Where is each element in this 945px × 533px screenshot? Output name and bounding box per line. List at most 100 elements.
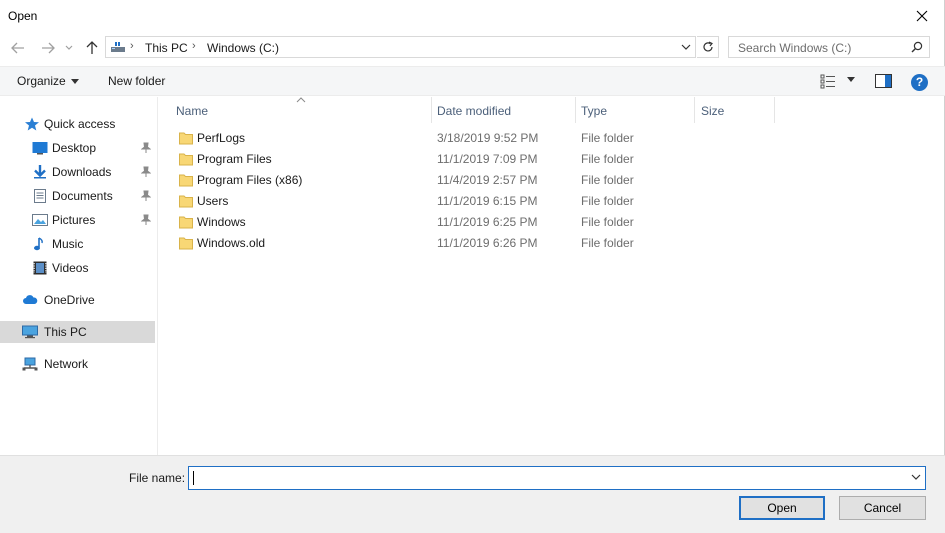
file-date: 3/18/2019 9:52 PM: [437, 131, 539, 145]
file-type: File folder: [581, 173, 634, 187]
search-icon: [911, 41, 923, 53]
file-type: File folder: [581, 131, 634, 145]
title-bar: Open: [0, 0, 945, 32]
column-header-size[interactable]: Size: [695, 97, 775, 123]
file-row[interactable]: Windows.old 11/1/2019 6:26 PM File folde…: [176, 233, 776, 254]
folder-icon: [179, 174, 193, 187]
file-list: Name Date modified Type Size PerfLogs 3/…: [159, 97, 945, 455]
column-date-label: Date modified: [437, 104, 512, 118]
nav-label: Documents: [52, 189, 113, 203]
folder-icon: [179, 132, 193, 145]
address-bar[interactable]: › This PC › Windows (C:): [105, 36, 696, 58]
file-type: File folder: [581, 194, 634, 208]
column-header-name[interactable]: Name: [159, 97, 431, 123]
forward-button[interactable]: [38, 38, 58, 58]
breadcrumb-separator-icon: ›: [130, 40, 134, 52]
caret-down-icon: [70, 79, 79, 85]
column-header-type[interactable]: Type: [576, 97, 694, 123]
file-date: 11/1/2019 6:25 PM: [437, 215, 538, 229]
nav-item-documents[interactable]: Documents: [0, 185, 155, 207]
pin-icon[interactable]: [141, 190, 151, 202]
nav-label: This PC: [44, 325, 87, 339]
dialog-footer: File name: Open Cancel: [0, 455, 945, 533]
file-row[interactable]: Windows 11/1/2019 6:25 PM File folder: [176, 212, 776, 233]
network-icon: [22, 357, 38, 371]
nav-item-music[interactable]: Music: [0, 233, 155, 255]
new-folder-button[interactable]: New folder: [108, 74, 165, 88]
breadcrumb-separator-icon: ›: [192, 40, 196, 52]
nav-item-this-pc[interactable]: This PC: [0, 321, 155, 343]
nav-item-onedrive[interactable]: OneDrive: [0, 289, 155, 311]
file-name: Program Files (x86): [197, 173, 303, 187]
back-button[interactable]: [8, 38, 28, 58]
nav-item-videos[interactable]: Videos: [0, 257, 155, 279]
nav-item-downloads[interactable]: Downloads: [0, 161, 155, 183]
download-icon: [34, 165, 46, 179]
nav-label: Pictures: [52, 213, 96, 227]
nav-item-quick-access[interactable]: Quick access: [0, 113, 155, 135]
open-button[interactable]: Open: [739, 496, 825, 520]
chevron-down-icon[interactable]: [680, 40, 692, 54]
nav-label: Desktop: [52, 141, 97, 155]
file-name-label: File name:: [129, 471, 186, 485]
file-type: File folder: [581, 152, 634, 166]
column-header-date[interactable]: Date modified: [432, 97, 575, 123]
pin-icon[interactable]: [141, 142, 151, 154]
column-type-label: Type: [581, 104, 608, 118]
nav-item-desktop[interactable]: Desktop: [0, 137, 155, 159]
breadcrumb-this-pc[interactable]: This PC: [145, 41, 188, 55]
file-name-input[interactable]: [191, 469, 901, 487]
close-icon: [916, 10, 928, 22]
caret-down-icon[interactable]: [847, 77, 855, 82]
chevron-down-icon[interactable]: [911, 474, 921, 481]
command-bar: Organize New folder ?: [0, 66, 945, 96]
music-icon: [34, 237, 43, 251]
drive-icon: [111, 42, 125, 52]
file-name-combobox[interactable]: [188, 466, 926, 490]
preview-pane-icon[interactable]: [875, 74, 892, 88]
up-button[interactable]: [82, 38, 102, 58]
search-box[interactable]: Search Windows (C:): [728, 36, 930, 58]
refresh-icon: [702, 41, 713, 52]
close-button[interactable]: [899, 0, 945, 32]
folder-icon: [179, 216, 193, 229]
document-icon: [34, 189, 46, 203]
file-name: Windows: [197, 215, 246, 229]
arrow-up-icon: [86, 41, 98, 54]
folder-icon: [179, 195, 193, 208]
nav-label: Downloads: [52, 165, 112, 179]
cancel-button[interactable]: Cancel: [839, 496, 926, 520]
star-icon: [25, 117, 39, 131]
nav-label: Network: [44, 357, 89, 371]
organize-label: Organize: [17, 74, 66, 88]
pin-icon[interactable]: [141, 166, 151, 178]
file-row[interactable]: PerfLogs 3/18/2019 9:52 PM File folder: [176, 128, 776, 149]
recent-locations-button[interactable]: [62, 38, 76, 58]
organize-menu[interactable]: Organize: [17, 74, 79, 88]
window-title: Open: [8, 9, 38, 23]
view-options-icon[interactable]: [820, 73, 838, 89]
cloud-icon: [23, 295, 38, 304]
file-row[interactable]: Users 11/1/2019 6:15 PM File folder: [176, 191, 776, 212]
help-button[interactable]: ?: [911, 74, 928, 91]
pin-icon[interactable]: [141, 214, 151, 226]
file-row[interactable]: Program Files 11/1/2019 7:09 PM File fol…: [176, 149, 776, 170]
nav-label: Quick access: [44, 117, 116, 131]
text-cursor: [193, 471, 194, 485]
breadcrumb-windows-c[interactable]: Windows (C:): [207, 41, 279, 55]
file-row[interactable]: Program Files (x86) 11/4/2019 2:57 PM Fi…: [176, 170, 776, 191]
navigation-bar: › This PC › Windows (C:) Search Windows …: [0, 36, 945, 60]
pictures-icon: [32, 214, 48, 226]
refresh-button[interactable]: [697, 36, 719, 58]
nav-label: OneDrive: [44, 293, 95, 307]
nav-item-pictures[interactable]: Pictures: [0, 209, 155, 231]
file-name: Program Files: [197, 152, 272, 166]
file-type: File folder: [581, 236, 634, 250]
chevron-down-icon: [65, 45, 73, 50]
column-divider[interactable]: [774, 97, 775, 123]
arrow-right-icon: [42, 42, 55, 54]
file-name: Windows.old: [197, 236, 266, 250]
column-size-label: Size: [701, 104, 725, 118]
nav-item-network[interactable]: Network: [0, 353, 155, 375]
column-name-label: Name: [176, 104, 209, 118]
